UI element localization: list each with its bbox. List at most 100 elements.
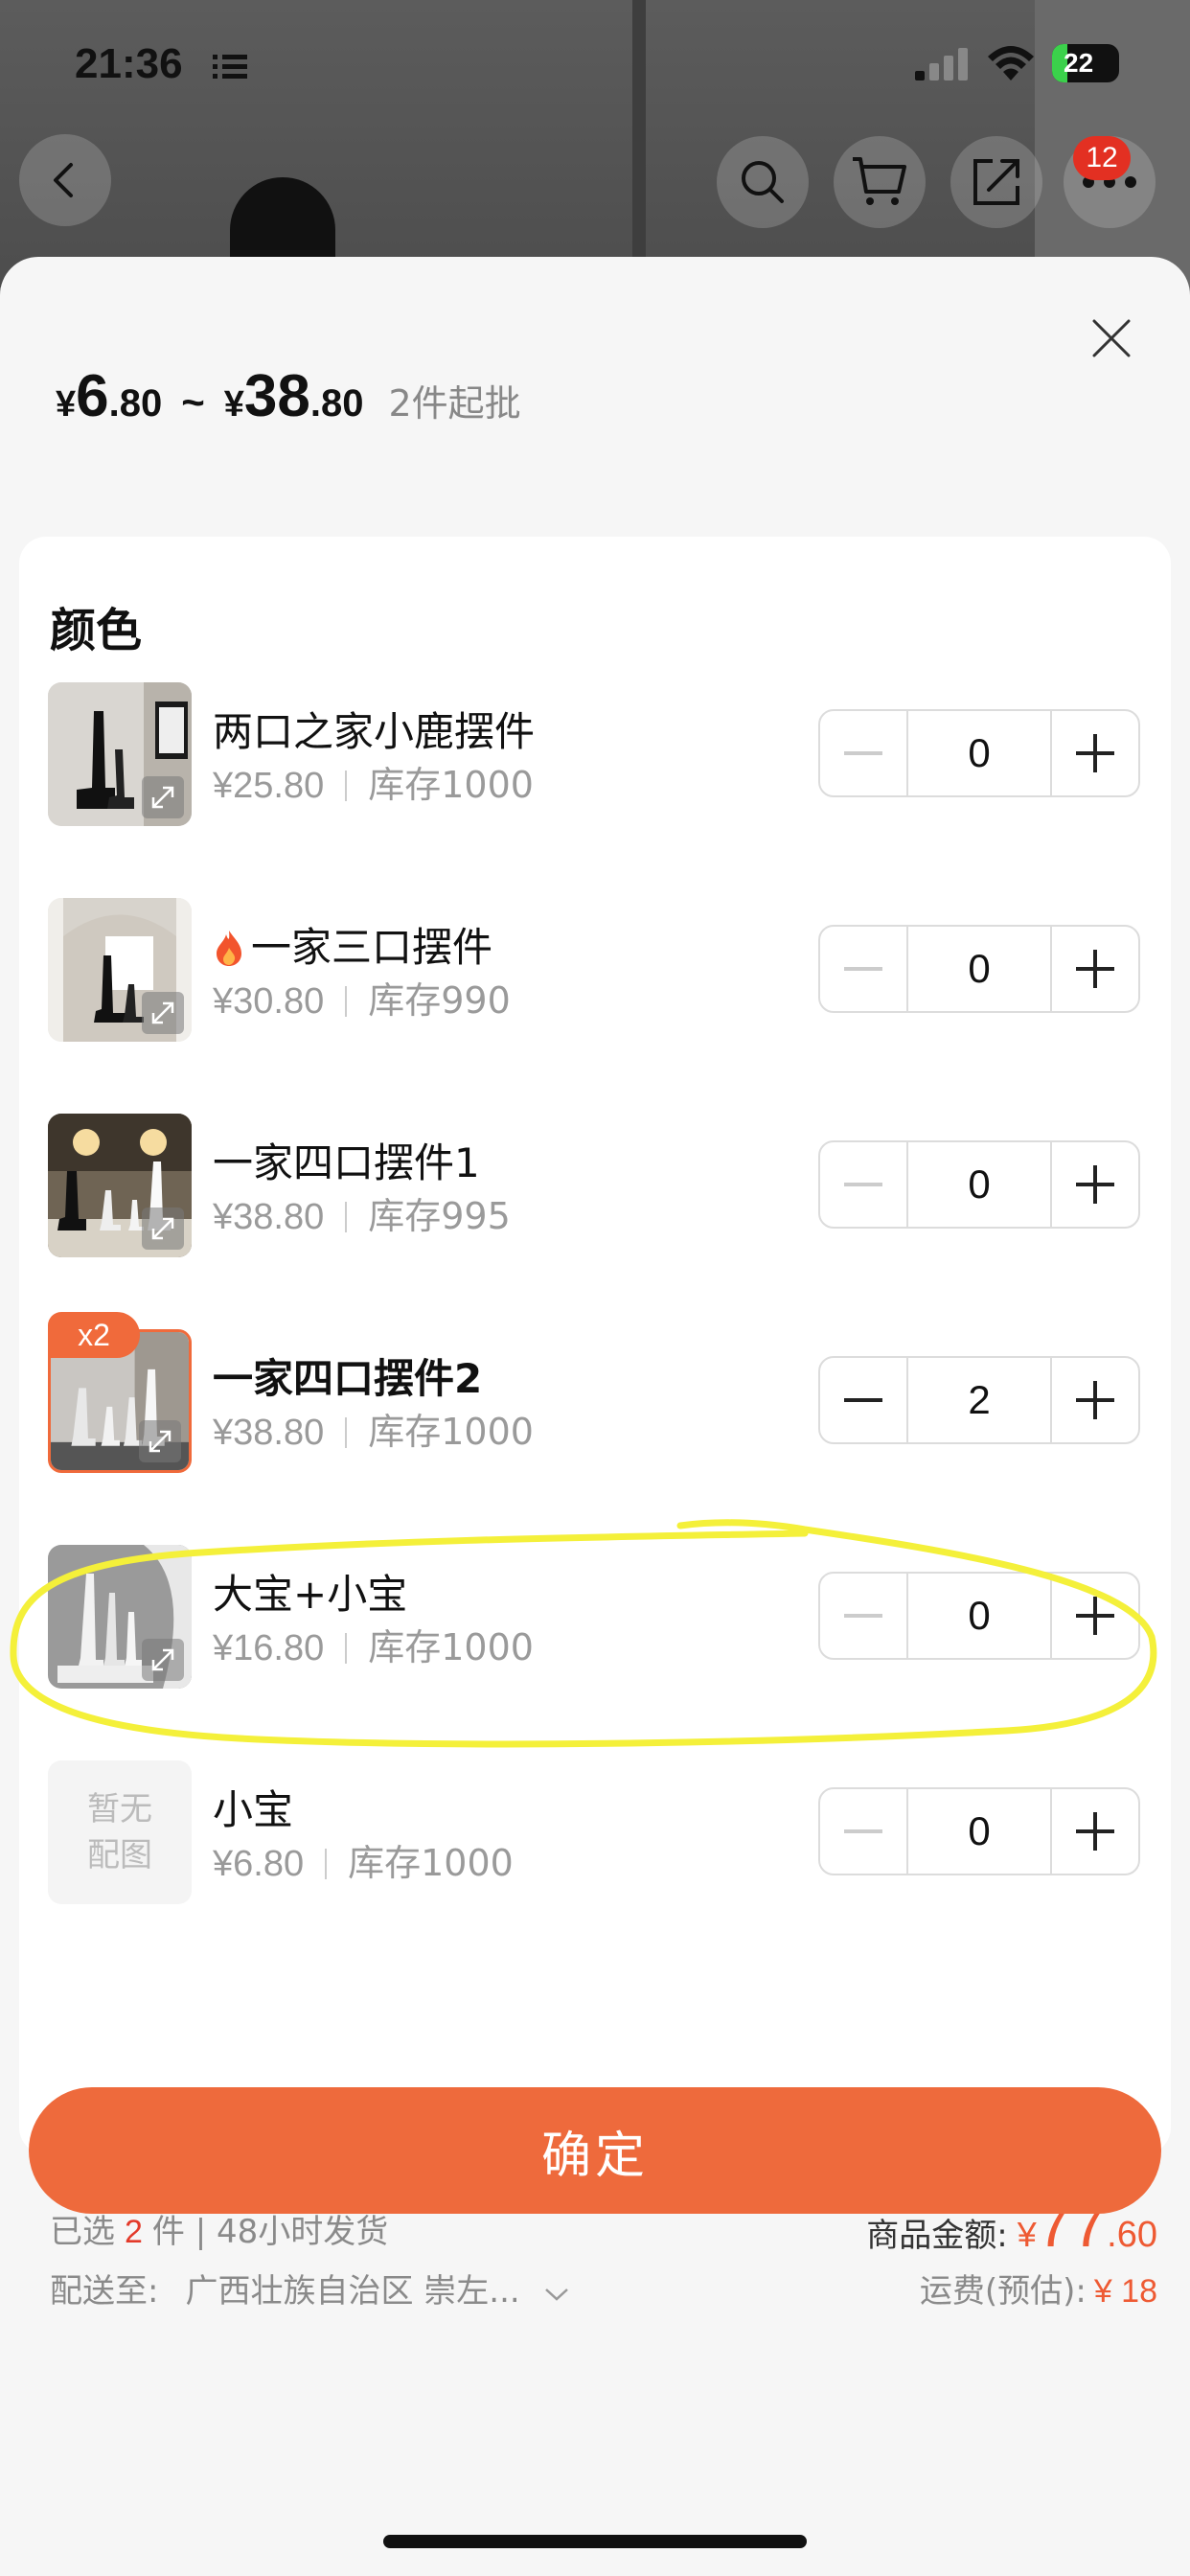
decrease-button[interactable]	[820, 927, 906, 1011]
quantity-value[interactable]: 0	[906, 1142, 1052, 1227]
price-range: ¥ 6 .80 ~ ¥ 38 .80 2件起批	[56, 362, 521, 430]
back-icon	[54, 163, 73, 197]
expand-icon[interactable]	[142, 776, 184, 818]
decrease-button[interactable]	[820, 1789, 906, 1874]
fire-icon	[217, 931, 241, 966]
share-icon	[973, 159, 1019, 205]
signal-icon	[915, 48, 968, 80]
variant-row: 两口之家小鹿摆件 ¥25.80 库存1000 0	[19, 682, 1171, 826]
price-min-decimal: .80	[108, 382, 163, 425]
search-icon	[742, 161, 784, 203]
plus-icon	[1076, 1812, 1114, 1851]
increase-button[interactable]	[1052, 1358, 1138, 1442]
price-max-integer: 38	[243, 363, 310, 429]
home-indicator	[383, 2535, 807, 2548]
goods-amount-label: 商品金额:	[866, 2217, 1008, 2255]
selected-count-badge: x2	[48, 1312, 140, 1358]
placeholder-text: 暂无配图	[87, 1790, 152, 1874]
variant-name: 一家三口摆件	[213, 915, 492, 974]
share-button[interactable]	[950, 136, 1042, 228]
freight-estimate: 运费(预估): ¥ 18	[920, 2265, 1157, 2312]
minus-icon	[844, 1398, 882, 1402]
variant-meta: ¥30.80 库存990	[213, 971, 511, 1024]
price-max-decimal: .80	[309, 382, 364, 425]
quantity-stepper: 0	[818, 1140, 1140, 1229]
variant-thumbnail[interactable]	[48, 898, 192, 1042]
variant-stock: 库存1000	[348, 1842, 514, 1884]
minus-icon	[844, 1829, 882, 1833]
list-icon	[213, 55, 247, 79]
battery-indicator: 22	[1052, 44, 1119, 82]
plus-icon	[1076, 1381, 1114, 1419]
variant-row: 暂无配图 小宝 ¥6.80 库存1000 0	[19, 1760, 1171, 1904]
quantity-stepper: 0	[818, 709, 1140, 797]
variant-list-card: 颜色 两口之家小鹿摆件 ¥25.80 库存1000 0 一家三口摆件 ¥30.8…	[19, 537, 1171, 2154]
chevron-down-icon	[544, 2288, 568, 2301]
back-button[interactable]	[19, 134, 111, 226]
decrease-button[interactable]	[820, 1142, 906, 1227]
quantity-value[interactable]: 0	[906, 1789, 1052, 1874]
expand-icon[interactable]	[139, 1420, 181, 1462]
expand-icon[interactable]	[142, 1208, 184, 1250]
section-title-color: 颜色	[50, 604, 143, 657]
minus-icon	[844, 967, 882, 971]
quantity-value[interactable]: 0	[906, 711, 1052, 795]
variant-stock: 库存990	[368, 979, 511, 1022]
variant-row-selected: x2 一家四口摆件2 ¥38.80 库存1000 2	[19, 1312, 1171, 1473]
expand-icon[interactable]	[142, 992, 184, 1034]
close-button[interactable]	[1078, 305, 1145, 372]
variant-thumbnail[interactable]	[48, 1114, 192, 1257]
quantity-stepper: 0	[818, 1787, 1140, 1875]
battery-level: 22	[1064, 48, 1094, 78]
variant-price: ¥38.80	[213, 1413, 325, 1453]
plus-icon	[1076, 950, 1114, 988]
variant-name: 一家四口摆件2	[213, 1355, 483, 1402]
selected-prefix: 已选	[50, 2213, 115, 2251]
highlight-annotation	[10, 1519, 1157, 1748]
close-icon	[1092, 319, 1131, 357]
cart-button[interactable]	[834, 136, 926, 228]
variant-price: ¥30.80	[213, 981, 325, 1022]
variant-price: ¥6.80	[213, 1844, 305, 1884]
currency-symbol: ¥	[56, 384, 77, 425]
variant-name: 一家四口摆件1	[213, 1139, 480, 1186]
status-bar: 21:36 22	[0, 0, 1190, 125]
increase-button[interactable]	[1052, 1142, 1138, 1227]
quantity-stepper: 2	[818, 1356, 1140, 1444]
cart-count-badge: 12	[1073, 136, 1131, 180]
variant-price: ¥25.80	[213, 766, 325, 806]
increase-button[interactable]	[1052, 1789, 1138, 1874]
variant-price: ¥38.80	[213, 1197, 325, 1237]
minus-icon	[844, 751, 882, 755]
confirm-button[interactable]: 确定	[29, 2087, 1161, 2214]
increase-button[interactable]	[1052, 927, 1138, 1011]
amount-decimal: .60	[1107, 2215, 1157, 2255]
variant-thumbnail[interactable]	[48, 682, 192, 826]
ship-to-label: 配送至:	[50, 2272, 159, 2311]
decrease-button[interactable]	[820, 1358, 906, 1442]
quantity-value[interactable]: 2	[906, 1358, 1052, 1442]
search-button[interactable]	[717, 136, 809, 228]
minus-icon	[844, 1183, 882, 1186]
selected-suffix: 件 | 48小时发货	[151, 2213, 389, 2251]
quantity-value[interactable]: 0	[906, 927, 1052, 1011]
quantity-stepper: 0	[818, 925, 1140, 1013]
variant-name-text: 一家三口摆件	[251, 924, 493, 971]
currency-symbol: ¥	[223, 384, 244, 425]
increase-button[interactable]	[1052, 711, 1138, 795]
variant-row: 一家四口摆件1 ¥38.80 库存995 0	[19, 1114, 1171, 1257]
decrease-button[interactable]	[820, 711, 906, 795]
variant-row: 一家三口摆件 ¥30.80 库存990 0	[19, 898, 1171, 1042]
minimum-order-note: 2件起批	[388, 382, 521, 425]
freight-value: ¥ 18	[1093, 2273, 1157, 2310]
plus-icon	[1076, 1165, 1114, 1204]
shipping-address-selector[interactable]: 配送至: 广西壮族自治区 崇左...	[50, 2265, 569, 2312]
variant-meta: ¥25.80 库存1000	[213, 755, 534, 808]
price-range-separator: ~	[181, 380, 205, 425]
cart-icon	[853, 157, 906, 205]
plus-icon	[1076, 734, 1114, 772]
variant-meta: ¥38.80 库存995	[213, 1186, 511, 1239]
no-image-placeholder[interactable]: 暂无配图	[48, 1760, 192, 1904]
freight-label: 运费(预估):	[919, 2272, 1087, 2311]
selected-count: 2	[125, 2214, 143, 2250]
